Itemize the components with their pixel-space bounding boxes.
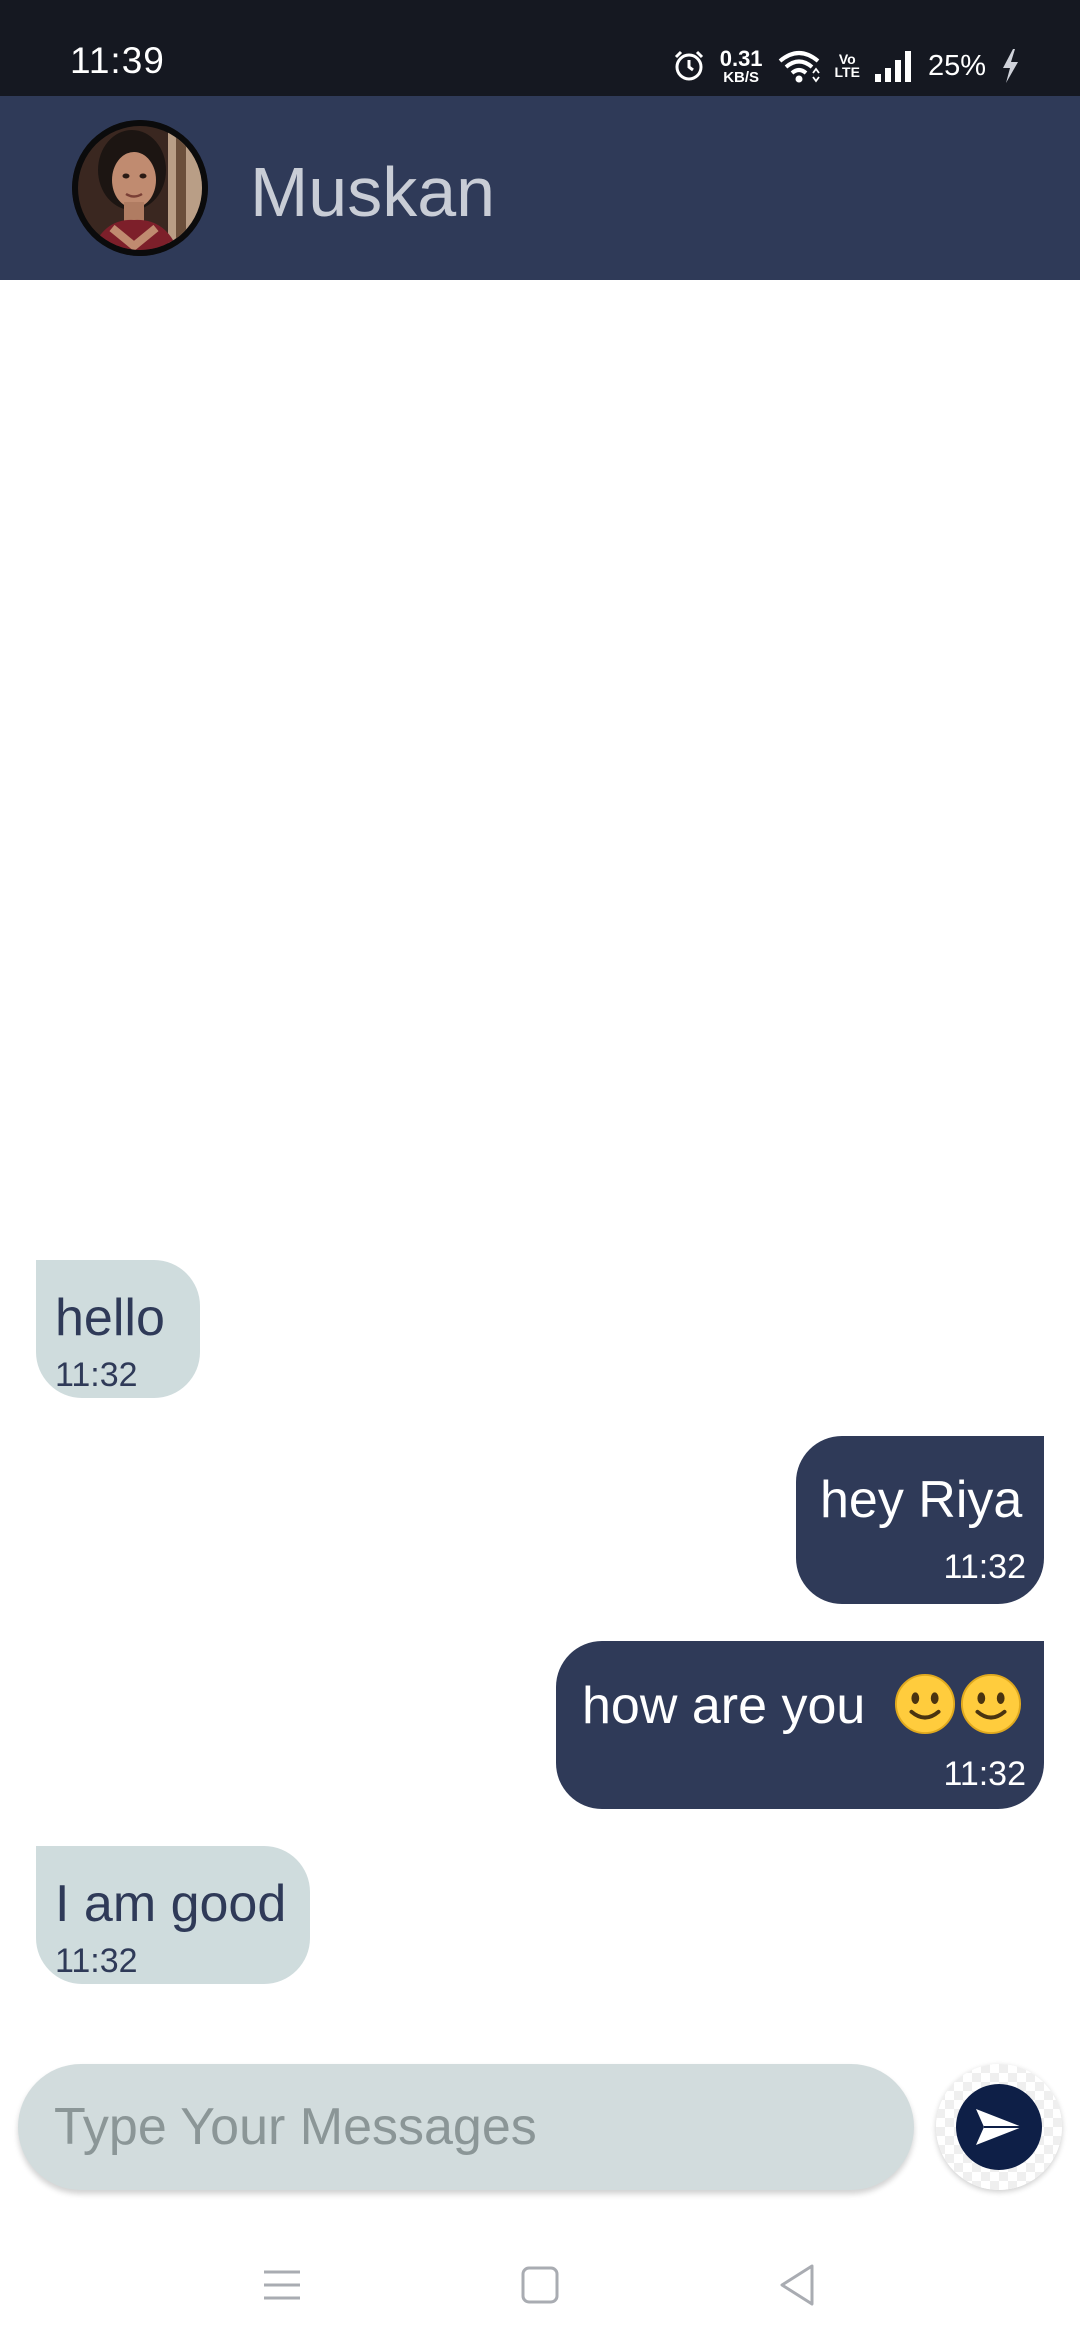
status-time: 11:39 (70, 40, 165, 81)
recent-apps-button[interactable] (252, 2260, 312, 2310)
send-button-circle (956, 2084, 1042, 2170)
message-time: 11:32 (943, 1548, 1026, 1586)
chat-header: Muskan (0, 96, 1080, 280)
back-triangle-icon (780, 2264, 814, 2306)
message-time: 11:32 (55, 1942, 138, 1980)
signal-icon (874, 50, 914, 82)
smiley-emoji-icon (894, 1673, 955, 1735)
contact-avatar[interactable] (72, 120, 208, 256)
chat-screen: 11:39 0.31 KB/S Vo LTE 25% Muskan hello … (0, 0, 1080, 2340)
alarm-icon (672, 49, 706, 83)
message-time: 11:32 (55, 1356, 138, 1394)
network-speed-value: 0.31 (719, 45, 763, 71)
contact-name[interactable]: Muskan (250, 152, 495, 232)
battery-level: 25% (927, 49, 986, 82)
message-text: how are you (582, 1677, 866, 1735)
wifi-icon (777, 49, 821, 83)
message-input[interactable] (54, 2064, 874, 2190)
message-text: hey Riya (820, 1471, 1023, 1529)
network-speed: 0.31 KB/S (719, 45, 763, 86)
message-bubble-incoming[interactable]: hello 11:32 (36, 1260, 200, 1398)
system-navigation-bar (0, 2210, 1080, 2340)
network-speed-unit: KB/S (723, 68, 760, 86)
message-text: I am good (55, 1875, 287, 1933)
charging-icon (1000, 48, 1020, 84)
volte-indicator: Vo LTE (834, 52, 860, 80)
message-composer (18, 2064, 914, 2190)
menu-icon (264, 2270, 300, 2300)
smiley-emoji-icon (960, 1673, 1021, 1735)
status-icons: 0.31 KB/S Vo LTE 25% (672, 44, 1020, 88)
message-time: 11:32 (943, 1755, 1026, 1793)
message-bubble-outgoing[interactable]: how are you 11:32 (556, 1641, 1044, 1809)
message-text: hello (55, 1289, 165, 1347)
message-text-row: how are you (582, 1673, 1022, 1736)
status-bar: 11:39 0.31 KB/S Vo LTE 25% (0, 0, 1080, 96)
square-icon (521, 2266, 559, 2304)
back-button[interactable] (768, 2260, 828, 2310)
send-button[interactable] (936, 2064, 1062, 2190)
message-bubble-outgoing[interactable]: hey Riya 11:32 (796, 1436, 1044, 1604)
send-icon (976, 2109, 1022, 2145)
volte-bottom: LTE (834, 64, 860, 80)
home-button[interactable] (510, 2260, 570, 2310)
message-bubble-incoming[interactable]: I am good 11:32 (36, 1846, 310, 1984)
